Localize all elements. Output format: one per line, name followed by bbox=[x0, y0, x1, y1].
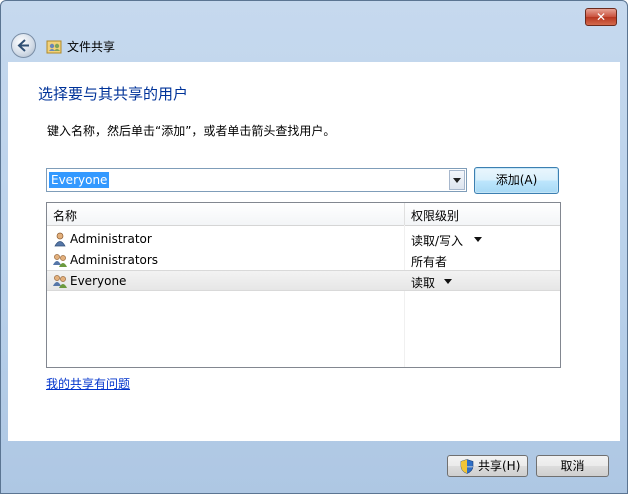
share-users-icon bbox=[46, 40, 62, 54]
row-permission: 所有者 bbox=[411, 255, 448, 269]
user-icon bbox=[54, 232, 66, 247]
table-row[interactable]: Administrator 读取/写入 bbox=[47, 229, 560, 249]
permission-dropdown-arrow-icon[interactable] bbox=[444, 279, 452, 284]
user-combobox[interactable]: Everyone bbox=[46, 168, 467, 192]
row-name: Everyone bbox=[70, 274, 127, 288]
back-button[interactable] bbox=[11, 33, 36, 58]
user-input-value[interactable]: Everyone bbox=[49, 172, 110, 188]
table-row-selected[interactable]: Everyone 读取 bbox=[47, 270, 560, 291]
window-title: 文件共享 bbox=[67, 40, 116, 54]
permission-dropdown-arrow-icon[interactable] bbox=[474, 237, 482, 242]
row-permission[interactable]: 读取/写入 bbox=[411, 232, 463, 249]
close-button[interactable]: ✕ bbox=[585, 8, 617, 26]
column-header-name[interactable]: 名称 bbox=[53, 207, 77, 224]
column-header-permission[interactable]: 权限级别 bbox=[411, 207, 459, 224]
cancel-button[interactable]: 取消 bbox=[536, 455, 609, 477]
help-link[interactable]: 我的共享有问题 bbox=[46, 375, 130, 392]
share-button[interactable]: 共享(H) bbox=[447, 455, 528, 477]
header-divider[interactable] bbox=[404, 203, 405, 225]
main-instruction: 选择要与其共享的用户 bbox=[38, 85, 189, 103]
share-users-list[interactable]: 名称 权限级别 Administrator 读取/写入 Administrato… bbox=[46, 202, 561, 368]
group-icon bbox=[53, 275, 67, 288]
hint-text: 键入名称，然后单击“添加”，或者单击箭头查找用户。 bbox=[47, 124, 336, 138]
table-row[interactable]: Administrators 所有者 bbox=[47, 250, 560, 270]
uac-shield-icon bbox=[460, 459, 474, 474]
group-icon bbox=[53, 254, 67, 267]
back-arrow-icon bbox=[17, 39, 29, 52]
row-name: Administrator bbox=[70, 232, 152, 246]
combo-dropdown-arrow-icon[interactable] bbox=[449, 170, 465, 190]
row-name: Administrators bbox=[70, 253, 159, 267]
list-header: 名称 权限级别 bbox=[47, 203, 560, 226]
share-button-label: 共享(H) bbox=[478, 459, 521, 473]
add-button[interactable]: 添加(A) bbox=[474, 167, 559, 194]
row-permission[interactable]: 读取 bbox=[411, 274, 435, 291]
